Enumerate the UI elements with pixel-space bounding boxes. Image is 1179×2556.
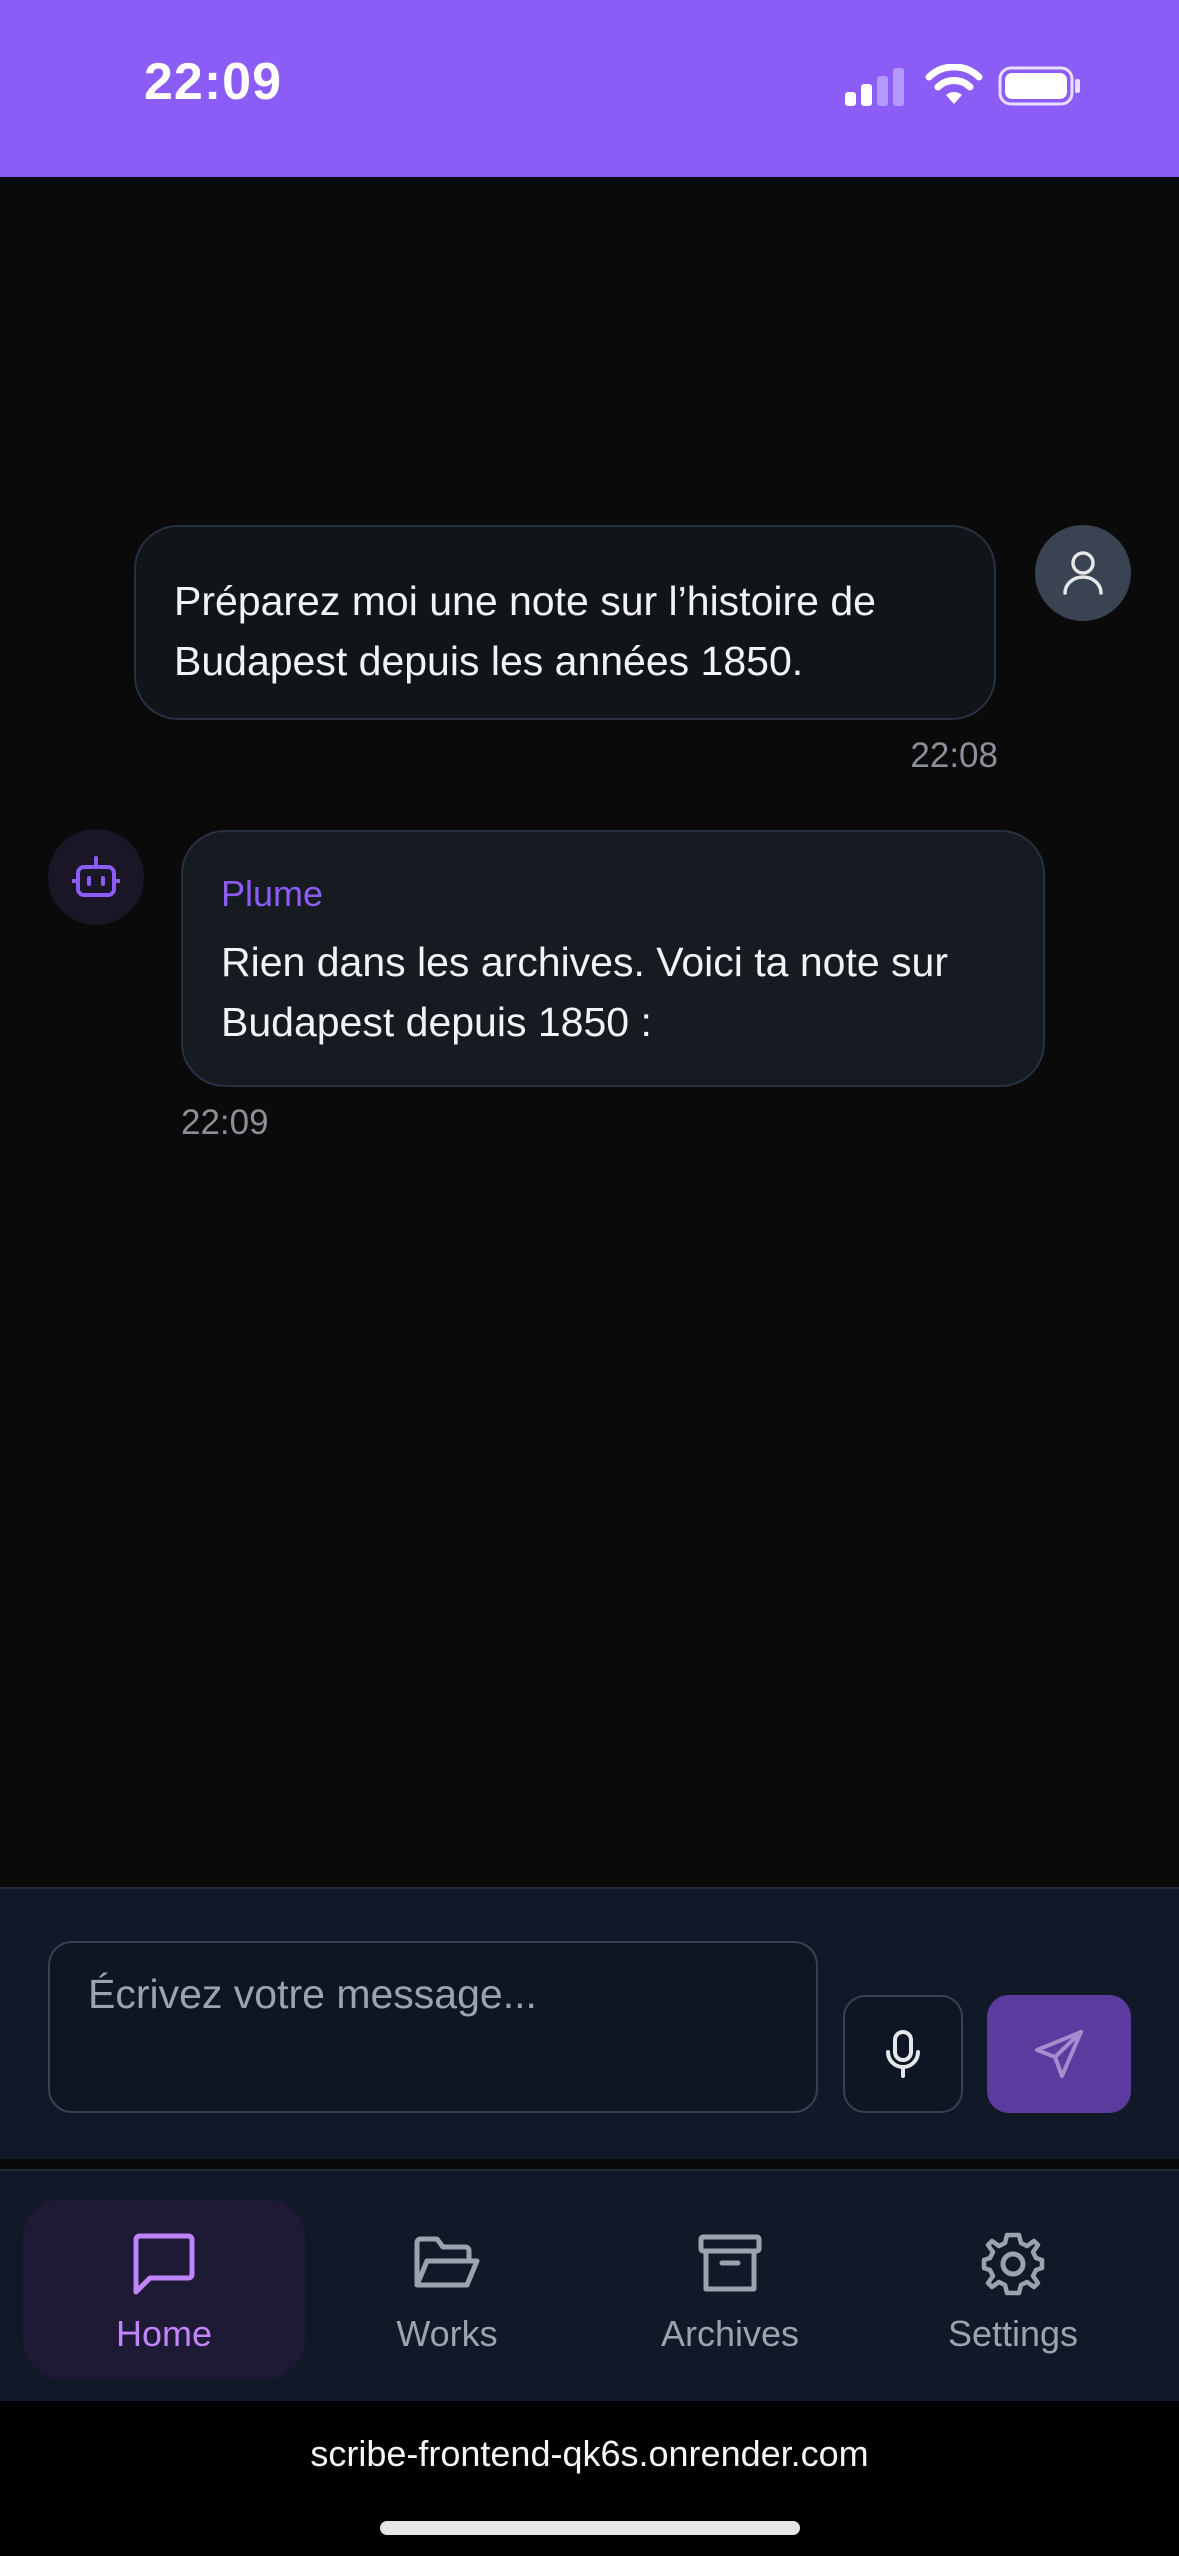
bot-icon [72,856,120,897]
url-text[interactable]: scribe-frontend-qk6s.onrender.com [0,2433,1179,2475]
user-message-time: 22:08 [910,736,998,775]
nav-label-home: Home [115,2313,213,2354]
wifi-icon [925,64,983,104]
assistant-message-bubble: Plume Rien dans les archives. Voici ta n… [181,830,1045,1087]
user-avatar [1035,525,1131,621]
assistant-name: Plume [221,873,324,914]
signal-icon [845,68,904,106]
nav-item-archives[interactable]: Archives [589,2199,871,2379]
mic-button[interactable] [843,1995,963,2113]
battery-icon [998,66,1080,106]
composer: Écrivez votre message... [0,1887,1179,2161]
folder-open-icon [414,2236,480,2288]
assistant-avatar [48,829,144,925]
nav-item-works[interactable]: Works [306,2199,588,2379]
message-input[interactable]: Écrivez votre message... [48,1941,818,2113]
microphone-icon [886,2030,920,2078]
message-square-icon [133,2233,195,2295]
divider [0,2159,1179,2169]
nav-label-archives: Archives [660,2313,800,2354]
status-bar: 22:09 [0,0,1179,177]
user-message-bubble: Préparez moi une note sur l’histoire de … [134,525,996,720]
user-message-text: Préparez moi une note sur l’histoire de … [174,578,876,684]
home-indicator[interactable] [380,2521,800,2535]
nav-label-settings: Settings [947,2313,1079,2354]
nav-label-works: Works [396,2313,498,2354]
message-input-placeholder: Écrivez votre message... [88,1971,537,2017]
send-icon [1035,2030,1083,2078]
user-icon [1063,551,1103,595]
settings-icon [981,2232,1045,2296]
bottom-nav: Home Works Archives Settings [0,2169,1179,2403]
browser-url-bar: scribe-frontend-qk6s.onrender.com [0,2401,1179,2556]
assistant-message-time: 22:09 [181,1103,269,1142]
nav-item-home[interactable]: Home [23,2199,305,2379]
send-button[interactable] [987,1995,1131,2113]
status-time: 22:09 [144,53,282,111]
archive-icon [698,2234,762,2292]
nav-item-settings[interactable]: Settings [872,2199,1154,2379]
assistant-message-text: Rien dans les archives. Voici ta note su… [221,939,948,1045]
